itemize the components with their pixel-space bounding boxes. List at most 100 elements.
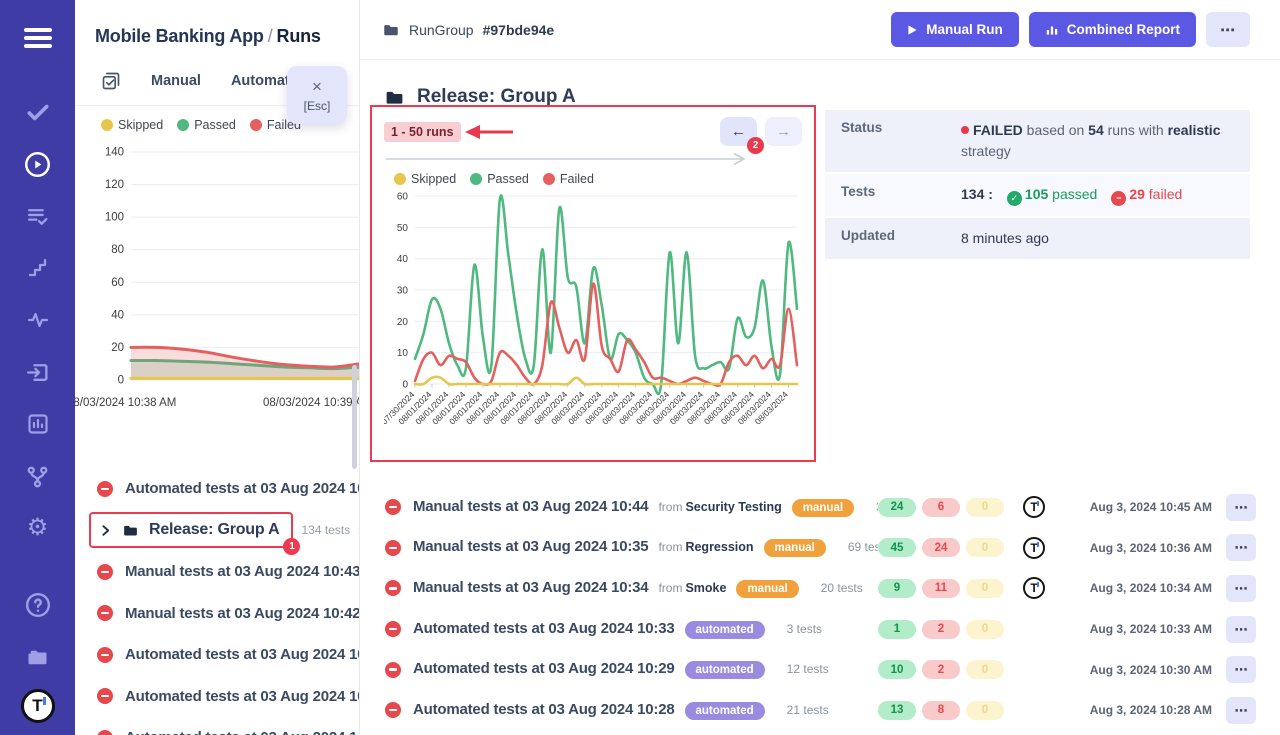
more-actions-button[interactable]: ⋯ — [1206, 12, 1250, 47]
run-title[interactable]: Manual tests at 03 Aug 2024 10:44 — [413, 498, 648, 515]
folder-icon — [122, 522, 139, 539]
sidebar-item-pulse[interactable] — [26, 307, 50, 333]
run-title[interactable]: Manual tests at 03 Aug 2024 10:34 — [413, 579, 648, 596]
run-timestamp: Aug 3, 2024 10:45 AM — [1062, 500, 1212, 514]
row-menu-button[interactable]: ⋯ — [1226, 656, 1256, 683]
passed-pill: 10 — [878, 660, 916, 679]
row-menu-button[interactable]: ⋯ — [1226, 534, 1256, 561]
run-title[interactable]: Manual tests at 03 Aug 2024 10:42 — [125, 605, 360, 622]
result-pills: 45 24 0 — [878, 538, 1006, 557]
hamburger-menu-icon[interactable] — [24, 24, 52, 52]
sidebar-item-test-plans[interactable] — [25, 203, 50, 229]
row-menu-button[interactable]: ⋯ — [1226, 494, 1256, 521]
run-title[interactable]: Automated tests at 03 Aug 2024 10 — [125, 480, 360, 497]
play-circle-icon — [24, 151, 51, 178]
run-type-badge: automated — [685, 621, 765, 639]
svg-text:30: 30 — [397, 286, 409, 297]
run-title[interactable]: Manual tests at 03 Aug 2024 10:43 — [125, 563, 360, 580]
runs-list: Automated tests at 03 Aug 2024 10 Releas… — [75, 468, 360, 735]
run-row[interactable]: Automated tests at 03 Aug 2024 10:28 aut… — [370, 690, 1280, 731]
run-row[interactable]: Manual tests at 03 Aug 2024 10:44 fromSe… — [370, 487, 1280, 528]
tests-count: 3 tests — [787, 622, 822, 636]
sidebar-item-tests[interactable] — [25, 99, 51, 125]
sidebar-item-projects[interactable] — [24, 644, 51, 670]
failed-status-icon — [385, 702, 401, 718]
sidebar-item-analytics[interactable] — [26, 411, 50, 437]
run-list-item[interactable]: Automated tests at 03 Aug 2024 10 — [75, 634, 360, 676]
nav-sidebar: ⚙ T — [0, 0, 75, 735]
run-title[interactable]: Automated tests at 03 Aug 2024 10:29 — [413, 660, 675, 677]
testomat-logo-icon[interactable]: T — [21, 696, 55, 722]
close-overlay-card[interactable]: × [Esc] — [287, 66, 347, 124]
run-type-badge: manual — [736, 580, 798, 598]
run-list-item[interactable]: Manual tests at 03 Aug 2024 10:43 — [75, 551, 360, 593]
row-menu-button[interactable]: ⋯ — [1226, 616, 1256, 643]
row-menu-button[interactable]: ⋯ — [1226, 575, 1256, 602]
run-row[interactable]: Manual tests at 03 Aug 2024 10:34 fromSm… — [370, 568, 1280, 609]
run-timestamp: Aug 3, 2024 10:34 AM — [1062, 581, 1212, 595]
failed-status-icon — [97, 647, 113, 663]
failed-status-icon — [97, 605, 113, 621]
manual-run-button[interactable]: Manual Run — [891, 12, 1019, 47]
pulse-icon — [26, 308, 50, 332]
sidebar-item-import[interactable] — [25, 359, 50, 385]
select-all-icon[interactable] — [101, 71, 121, 91]
skipped-pill: 0 — [966, 620, 1004, 639]
run-list-item[interactable]: Automated tests at 03 Aug 2024 10 — [75, 676, 360, 718]
run-list-item[interactable]: Release: Group A 1 134 tests54 r — [75, 510, 360, 552]
tests-row: Tests 134 :✓105 passed−29 failed — [825, 174, 1250, 216]
steps-icon — [26, 256, 50, 280]
run-title[interactable]: Release: Group A — [149, 521, 279, 539]
breadcrumb: Mobile Banking App/Runs — [75, 0, 359, 47]
breadcrumb-project[interactable]: Mobile Banking App — [95, 26, 264, 46]
run-list-item[interactable]: Automated tests at 03 Aug 2024 1 — [75, 717, 360, 735]
sidebar-item-milestones[interactable] — [26, 255, 50, 281]
run-title[interactable]: Automated tests at 03 Aug 2024 10:33 — [413, 620, 675, 637]
suite-name: Smoke — [685, 581, 726, 595]
updated-row: Updated 8 minutes ago — [825, 218, 1250, 259]
run-title[interactable]: Automated tests at 03 Aug 2024 10:28 — [413, 701, 675, 718]
run-title[interactable]: Automated tests at 03 Aug 2024 10 — [125, 646, 360, 663]
run-title[interactable]: Automated tests at 03 Aug 2024 1 — [125, 729, 357, 735]
scrollbar[interactable] — [352, 365, 357, 469]
sidebar-item-help[interactable] — [25, 592, 51, 618]
annotated-chart-panel: 1 - 50 runs ←2 → Skipped Passed Failed 0… — [370, 105, 816, 462]
chevron-right-icon[interactable] — [99, 524, 112, 537]
release-runs-chart: 010203040506007/30/202408/01/202408/01/2… — [384, 186, 804, 456]
svg-text:80: 80 — [111, 244, 124, 256]
annotated-group-box[interactable]: Release: Group A 1 — [89, 512, 293, 548]
failed-dot-icon — [961, 126, 969, 134]
sidebar-item-settings[interactable]: ⚙ — [27, 515, 49, 541]
main-chart-legend: Skipped Passed Failed — [384, 170, 802, 186]
timeline-arrow-icon — [384, 152, 754, 166]
close-icon[interactable]: × — [312, 78, 322, 95]
svg-text:40: 40 — [111, 309, 124, 321]
sidebar-item-runs[interactable] — [24, 151, 51, 177]
run-row[interactable]: Automated tests at 03 Aug 2024 10:33 aut… — [370, 609, 1280, 650]
chart-pager: ←2 → — [720, 117, 802, 146]
combined-report-button[interactable]: Combined Report — [1029, 12, 1196, 47]
run-row[interactable]: Automated tests at 03 Aug 2024 10:29 aut… — [370, 649, 1280, 690]
tests-count: 21 tests — [787, 703, 829, 717]
status-value: FAILED based on 54 runs with realistic s… — [961, 120, 1234, 162]
runs-overview-chart: 02040608010012014008/03/2024 10:38 AM08/… — [75, 134, 360, 434]
topbar: RunGroup #97bde94e Manual Run Combined R… — [360, 0, 1280, 60]
tab-manual[interactable]: Manual — [151, 73, 201, 89]
runs-range-label: 1 - 50 runs — [384, 122, 461, 142]
run-title[interactable]: Manual tests at 03 Aug 2024 10:35 — [413, 538, 648, 555]
svg-text:60: 60 — [111, 277, 124, 289]
svg-text:08/03/2024 10:39 AM: 08/03/2024 10:39 AM — [263, 397, 360, 409]
run-timestamp: Aug 3, 2024 10:33 AM — [1062, 622, 1212, 636]
run-list-item[interactable]: Manual tests at 03 Aug 2024 10:42 — [75, 593, 360, 635]
run-row[interactable]: Manual tests at 03 Aug 2024 10:35 fromRe… — [370, 528, 1280, 569]
pager-next-button[interactable]: → — [765, 117, 802, 146]
pager-prev-button[interactable]: ←2 — [720, 117, 757, 146]
svg-text:140: 140 — [105, 147, 124, 159]
tests-count: 12 tests — [787, 662, 829, 676]
failed-status-icon — [97, 564, 113, 580]
row-menu-button[interactable]: ⋯ — [1226, 697, 1256, 724]
run-title[interactable]: Automated tests at 03 Aug 2024 10 — [125, 688, 360, 705]
run-list-item[interactable]: Automated tests at 03 Aug 2024 10 — [75, 468, 360, 510]
help-circle-icon — [25, 592, 51, 618]
sidebar-item-branches[interactable] — [25, 463, 50, 489]
